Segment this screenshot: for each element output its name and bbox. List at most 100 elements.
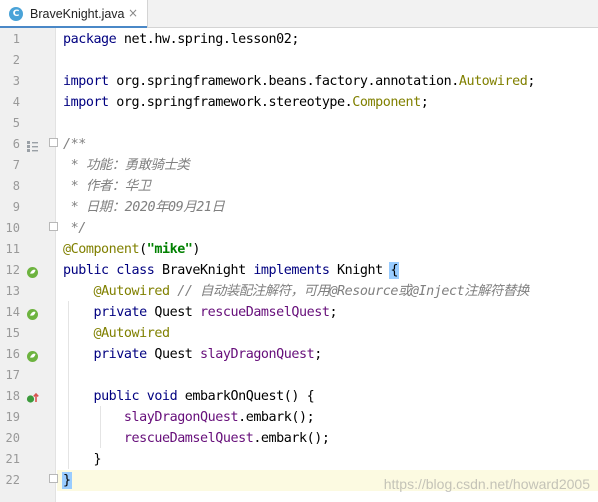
code-text: */: [63, 218, 87, 239]
code-line[interactable]: 6 /**: [0, 134, 598, 155]
code-token: Component: [352, 95, 421, 110]
code-line[interactable]: 7 * 功能：勇敢骑士类: [0, 155, 598, 176]
code-line[interactable]: 17: [0, 365, 598, 386]
matched-brace: }: [62, 472, 72, 489]
line-number: 6: [12, 137, 20, 151]
code-text: public void embarkOnQuest() {: [63, 386, 314, 407]
code-token: Quest: [154, 347, 201, 362]
line-number: 2: [12, 53, 20, 67]
tab-braveknight-java[interactable]: C BraveKnight.java ×: [0, 0, 148, 29]
code-line[interactable]: 15 @Autowired: [0, 323, 598, 344]
code-line[interactable]: 1 package net.hw.spring.lesson02;: [0, 29, 598, 50]
code-line[interactable]: 3 import org.springframework.beans.factor…: [0, 71, 598, 92]
spring-bean-icon[interactable]: [26, 306, 39, 320]
code-line-content: @Autowired // 自动装配注解符，可用@Resource或@Injec…: [57, 281, 598, 302]
code-line[interactable]: 10 */: [0, 218, 598, 239]
code-line[interactable]: 16 private Quest slayDragonQuest;: [0, 344, 598, 365]
code-token: * 功能：勇敢骑士类: [63, 158, 190, 173]
line-number: 8: [12, 179, 20, 193]
spring-bean-icon[interactable]: [26, 264, 39, 278]
code-line[interactable]: 2: [0, 50, 598, 71]
spring-bean-icon[interactable]: [26, 348, 39, 362]
code-token: ;: [420, 95, 429, 110]
code-line-content: [57, 50, 598, 71]
code-token: ): [192, 242, 201, 257]
code-line-content: public void embarkOnQuest() {: [57, 386, 598, 407]
code-token: @Component: [63, 242, 140, 257]
code-text: package net.hw.spring.lesson02;: [63, 29, 299, 50]
code-line[interactable]: 12 public class BraveKnight implements Kn…: [0, 260, 598, 281]
line-number: 18: [5, 389, 20, 403]
code-line[interactable]: 9 * 日期：2020年09月21日: [0, 197, 598, 218]
code-text: }: [62, 470, 72, 491]
code-token: /**: [63, 137, 86, 152]
code-token: slayDragonQuest: [200, 347, 315, 362]
code-text: @Autowired // 自动装配注解符，可用@Resource或@Injec…: [63, 281, 529, 302]
code-token: slayDragonQuest: [123, 410, 239, 425]
fold-marker[interactable]: [49, 138, 58, 147]
code-text: * 功能：勇敢骑士类: [63, 155, 190, 176]
code-token: package: [63, 32, 124, 47]
code-line[interactable]: 18 public void embarkOnQuest() {: [0, 386, 598, 407]
close-icon[interactable]: ×: [127, 7, 139, 19]
code-text: private Quest rescueDamselQuest;: [63, 302, 337, 323]
code-line-content: /**: [57, 134, 598, 155]
code-token: ;: [329, 305, 338, 320]
code-line[interactable]: 8 * 作者：华卫: [0, 176, 598, 197]
code-token: embarkOnQuest() {: [184, 389, 315, 404]
code-token: "mike": [146, 242, 193, 257]
code-token: * 作者：华卫: [63, 179, 151, 194]
code-line-content: [57, 113, 598, 134]
code-token: Quest: [154, 305, 201, 320]
line-number: 15: [5, 326, 20, 340]
implements-method-icon[interactable]: [26, 390, 39, 403]
code-text: import org.springframework.stereotype.Co…: [63, 92, 429, 113]
code-token: implements: [253, 263, 338, 278]
code-text: /**: [63, 134, 86, 155]
code-line-content: * 作者：华卫: [57, 176, 598, 197]
code-line-content: @Autowired: [57, 323, 598, 344]
code-line[interactable]: 21 }: [0, 449, 598, 470]
code-token: net.hw.spring.lesson02;: [123, 32, 300, 47]
java-class-icon: C: [9, 7, 23, 21]
code-line-content: * 功能：勇敢骑士类: [57, 155, 598, 176]
line-number: 16: [5, 347, 20, 361]
code-token: rescueDamselQuest: [200, 305, 330, 320]
code-editor[interactable]: 1 package net.hw.spring.lesson02; 2 3 import…: [0, 28, 598, 502]
code-token: * 日期：2020年09月21日: [63, 200, 225, 215]
line-number: 20: [5, 431, 20, 445]
code-line-content: @Component("mike"): [57, 239, 598, 260]
indent-guide: [100, 406, 101, 448]
code-token: // 自动装配注解符，可用@Resource或@Inject注解符替换: [177, 284, 529, 299]
line-number: 12: [5, 263, 20, 277]
line-number: 3: [12, 74, 20, 88]
code-token: BraveKnight: [161, 263, 254, 278]
code-token: ;: [314, 347, 322, 362]
code-line[interactable]: 11 @Component("mike"): [0, 239, 598, 260]
code-token: @Autowired: [93, 326, 170, 341]
code-token: @Autowired: [93, 284, 170, 299]
line-number: 19: [5, 410, 20, 424]
line-number: 7: [12, 158, 20, 172]
fold-marker[interactable]: [49, 222, 58, 231]
code-token: .embark();: [238, 410, 315, 425]
code-line[interactable]: 5: [0, 113, 598, 134]
code-line[interactable]: 19 slayDragonQuest.embark();: [0, 407, 598, 428]
code-text: * 作者：华卫: [63, 176, 151, 197]
code-line[interactable]: 4 import org.springframework.stereotype.C…: [0, 92, 598, 113]
watermark: https://blog.csdn.net/howard2005: [383, 476, 590, 492]
code-text: public class BraveKnight implements Knig…: [63, 260, 399, 281]
javadoc-icon[interactable]: [26, 138, 39, 152]
code-line[interactable]: 14 private Quest rescueDamselQuest;: [0, 302, 598, 323]
fold-marker[interactable]: [49, 474, 58, 483]
code-text: * 日期：2020年09月21日: [63, 197, 225, 218]
code-line[interactable]: 20 rescueDamselQuest.embark();: [0, 428, 598, 449]
code-token: org.springframework.beans.factory.annota…: [116, 74, 459, 89]
line-number: 9: [12, 200, 20, 214]
code-token: import: [63, 95, 117, 110]
code-token: */: [63, 221, 87, 236]
code-line[interactable]: 13 @Autowired // 自动装配注解符，可用@Resource或@In…: [0, 281, 598, 302]
code-line-content: rescueDamselQuest.embark();: [57, 428, 598, 449]
code-text: rescueDamselQuest.embark();: [63, 428, 330, 449]
